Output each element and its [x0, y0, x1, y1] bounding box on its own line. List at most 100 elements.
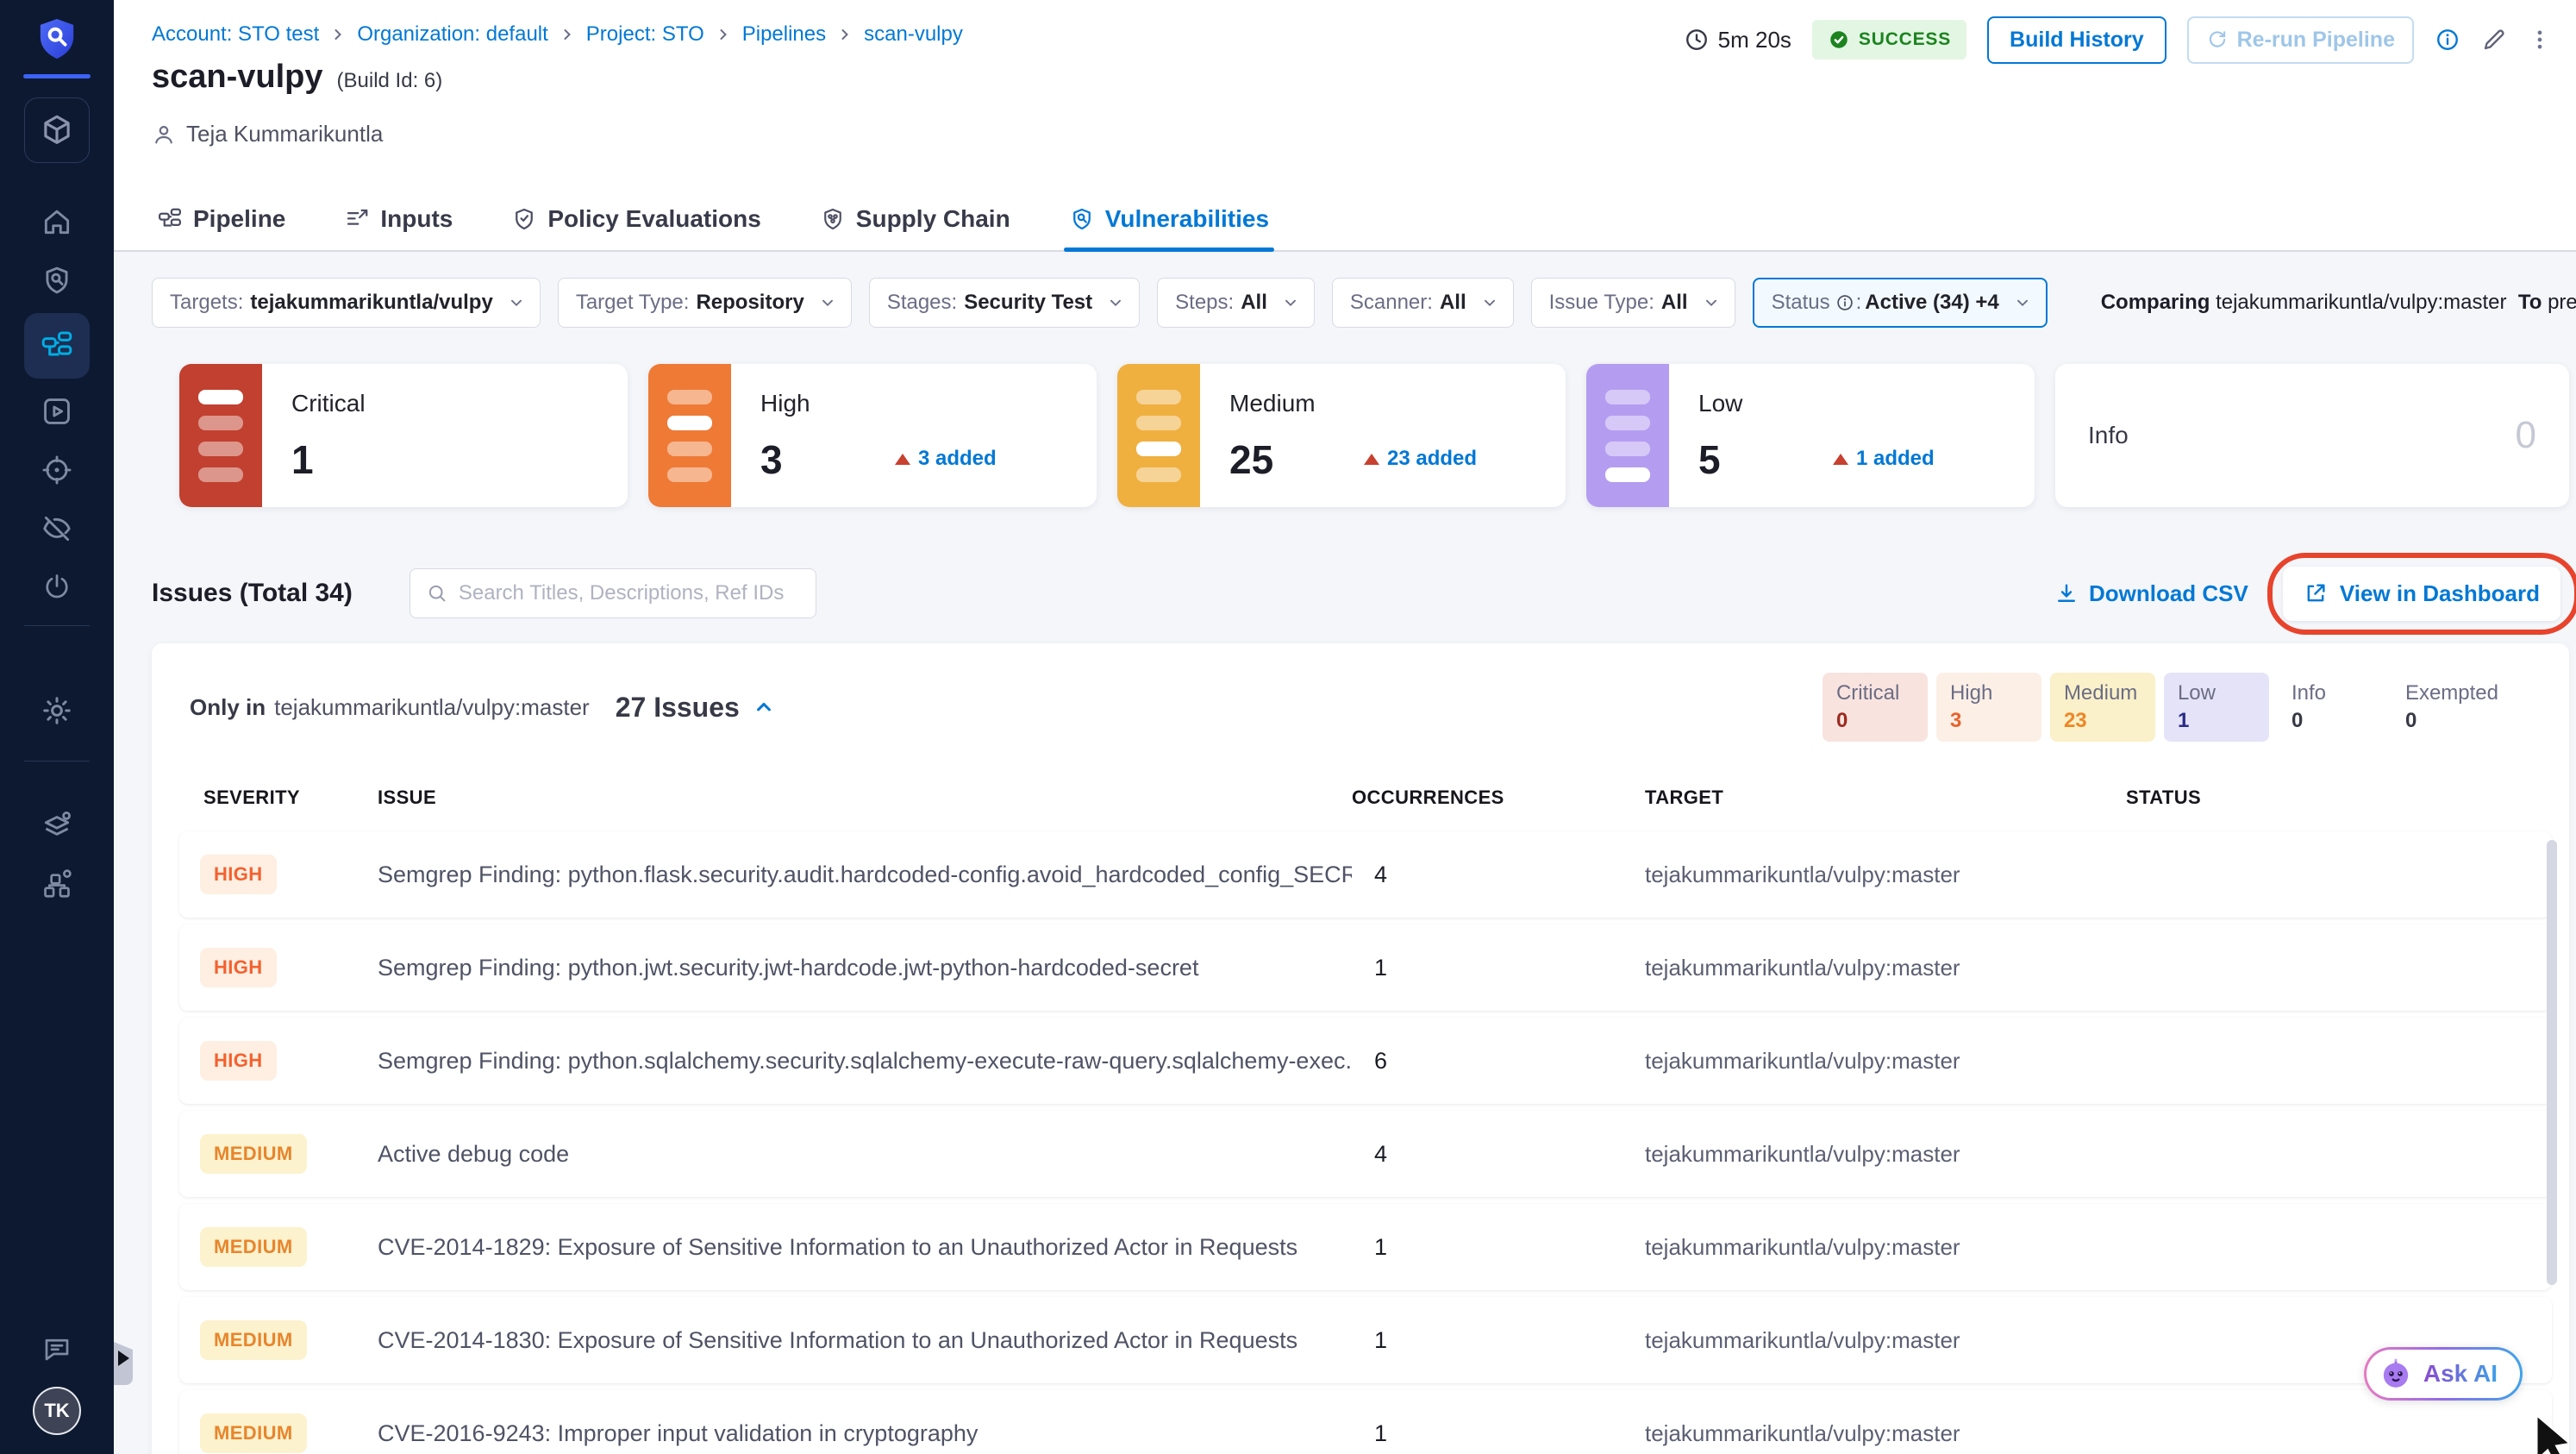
severity-badge: MEDIUM [200, 1227, 307, 1267]
tab-vulnerabilities[interactable]: Vulnerabilities [1063, 188, 1275, 252]
info-button[interactable] [2435, 27, 2460, 53]
chip-low[interactable]: Low 1 [2163, 673, 2269, 742]
breadcrumb-current[interactable]: scan-vulpy [864, 22, 963, 47]
breadcrumb-org[interactable]: Organization: default [357, 22, 547, 47]
kebab-menu-icon [2537, 30, 2542, 49]
nav-get-started[interactable] [24, 558, 90, 617]
issue-row[interactable]: MEDIUM Active debug code 4 tejakummariku… [179, 1111, 2552, 1197]
more-options-button[interactable] [2528, 28, 2552, 52]
issue-title: Semgrep Finding: python.sqlalchemy.secur… [378, 1047, 1352, 1074]
nav-executions[interactable] [24, 382, 90, 441]
breadcrumb-account[interactable]: Account: STO test [152, 22, 319, 47]
nav-exemptions[interactable] [24, 499, 90, 558]
chevron-right-icon [836, 26, 853, 43]
ask-ai-button[interactable]: Ask AI [2363, 1347, 2523, 1401]
tab-supply-chain[interactable]: Supply Chain [815, 188, 1016, 252]
issue-row[interactable]: MEDIUM CVE-2016-9243: Improper input val… [179, 1390, 2552, 1454]
view-in-dashboard-button[interactable]: View in Dashboard [2282, 566, 2560, 621]
severity-card-medium[interactable]: Medium 25 23 added [1117, 364, 1566, 507]
chevron-down-icon [1106, 293, 1125, 312]
filter-value: All [1660, 291, 1688, 314]
severity-name: High [760, 390, 810, 417]
nav-organization[interactable] [24, 855, 90, 913]
severity-card-high[interactable]: High 3 3 added [648, 364, 1097, 507]
chevron-down-icon [1702, 293, 1721, 312]
issue-row[interactable]: HIGH Semgrep Finding: python.sqlalchemy.… [179, 1018, 2552, 1104]
nav-home[interactable] [24, 192, 90, 251]
home-icon [44, 210, 70, 235]
breadcrumb: Account: STO test Organization: default … [152, 22, 963, 47]
filter-steps[interactable]: Steps: All [1157, 278, 1315, 328]
breadcrumb-pipelines[interactable]: Pipelines [742, 22, 826, 47]
severity-badge: HIGH [200, 855, 277, 894]
nav-pipelines[interactable] [24, 313, 90, 379]
filter-label: Issue Type: [1548, 291, 1654, 314]
filter-value: Repository [696, 291, 804, 314]
issue-row[interactable]: MEDIUM CVE-2014-1829: Exposure of Sensit… [179, 1204, 2552, 1290]
gear-icon [43, 697, 71, 724]
shield-search-icon [46, 266, 68, 294]
chip-label: Info [2291, 681, 2326, 705]
chip-medium[interactable]: Medium 23 [2049, 673, 2155, 742]
filter-label: Target Type: [575, 291, 690, 314]
issue-row[interactable]: HIGH Semgrep Finding: python.flask.secur… [179, 831, 2552, 918]
rerun-pipeline-button[interactable]: Re-run Pipeline [2186, 16, 2414, 64]
tab-label: Policy Evaluations [547, 205, 761, 232]
chip-count: 0 [2404, 709, 2417, 732]
table-scrollbar[interactable] [2547, 840, 2557, 1285]
user-avatar[interactable]: TK [33, 1387, 81, 1435]
ask-ai-label: Ask AI [2423, 1360, 2498, 1387]
chip-high[interactable]: High 3 [1935, 673, 2041, 742]
severity-name: Critical [291, 390, 366, 417]
nav-overview[interactable] [24, 251, 90, 310]
issue-title: CVE-2016-9243: Improper input validation… [378, 1420, 979, 1446]
nav-project-settings[interactable] [24, 681, 90, 740]
filter-issue-type[interactable]: Issue Type: All [1530, 278, 1735, 328]
severity-card-critical[interactable]: Critical 1 [179, 364, 628, 507]
issue-target: tejakummarikuntla/vulpy:master [1645, 954, 1960, 981]
issues-card: Only in tejakummarikuntla/vulpy:master 2… [152, 643, 2569, 1454]
issue-row[interactable]: MEDIUM CVE-2014-1830: Exposure of Sensit… [179, 1297, 2552, 1383]
issues-search[interactable] [409, 568, 816, 618]
issue-row[interactable]: HIGH Semgrep Finding: python.jwt.securit… [179, 924, 2552, 1011]
chip-exempted[interactable]: Exempted 0 [2392, 673, 2512, 742]
tab-pipeline[interactable]: Pipeline [152, 188, 291, 252]
tab-policy-evaluations[interactable]: Policy Evaluations [506, 188, 766, 252]
module-cube-icon [44, 115, 70, 144]
filter-stages[interactable]: Stages: Security Test [868, 278, 1141, 328]
breadcrumb-project[interactable]: Project: STO [586, 22, 704, 47]
chip-critical[interactable]: Critical 0 [1822, 673, 1928, 742]
severity-card-info[interactable]: Info 0 [2055, 364, 2569, 507]
issues-toolbar: Issues (Total 34) Download CSV View in D… [152, 552, 2576, 635]
filter-status[interactable]: Status : Active (34) +4 [1752, 278, 2048, 328]
build-history-button[interactable]: Build History [1987, 16, 2166, 64]
nav-default-settings[interactable] [24, 796, 90, 855]
harness-sto-logo[interactable] [37, 17, 77, 60]
download-csv-button[interactable]: Download CSV [2054, 580, 2248, 607]
chat-bubble-icon [45, 1338, 69, 1361]
issue-target: tejakummarikuntla/vulpy:master [1645, 1047, 1960, 1074]
view-in-dashboard-wrap: View in Dashboard [2267, 552, 2576, 635]
chevron-down-icon [1480, 293, 1499, 312]
filter-scanner[interactable]: Scanner: All [1331, 278, 1514, 328]
filter-value: tejakummarikuntla/vulpy [250, 291, 493, 314]
module-selector[interactable] [24, 97, 90, 163]
search-input[interactable] [458, 581, 800, 605]
filter-label: Steps: [1175, 291, 1235, 314]
feedback-chat[interactable] [41, 1333, 72, 1364]
filter-targets[interactable]: Targets: tejakummarikuntla/vulpy [152, 278, 541, 328]
nav-targets[interactable] [24, 441, 90, 499]
edit-pipeline-button[interactable] [2481, 27, 2507, 53]
chip-label: High [1949, 681, 1993, 705]
filter-value: All [1241, 291, 1267, 314]
tab-inputs[interactable]: Inputs [339, 188, 458, 252]
chip-info[interactable]: Info 0 [2278, 673, 2383, 742]
severity-card-low[interactable]: Low 5 1 added [1586, 364, 2035, 507]
severity-count: 0 [2515, 414, 2536, 456]
info-icon [1835, 293, 1854, 312]
issues-table-body: HIGH Semgrep Finding: python.flask.secur… [152, 831, 2569, 1454]
comparing-baseline: previous scan [2548, 291, 2576, 314]
filter-target-type[interactable]: Target Type: Repository [557, 278, 852, 328]
filter-label: Status [1771, 291, 1830, 314]
chevron-up-icon[interactable] [752, 695, 776, 719]
